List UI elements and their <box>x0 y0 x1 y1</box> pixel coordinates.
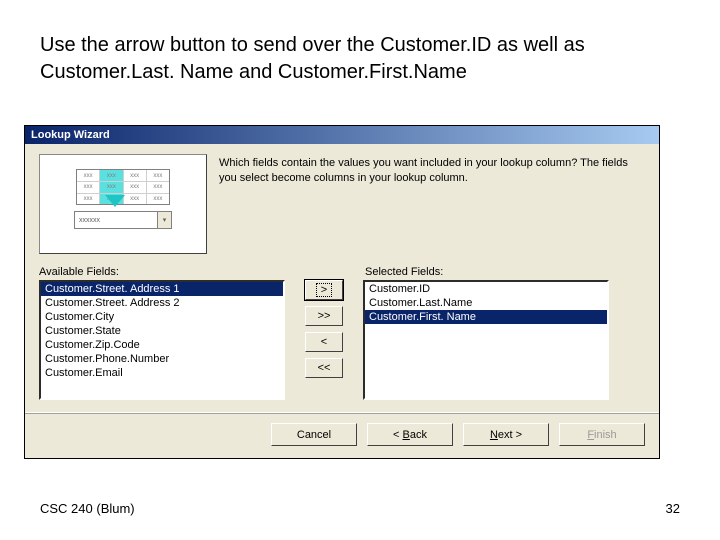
remove-all-fields-button[interactable]: << <box>305 358 343 378</box>
down-arrow-icon <box>105 195 125 207</box>
available-fields-listbox[interactable]: Customer.Street. Address 1Customer.Stree… <box>39 280 285 400</box>
preview-cell: xxx <box>77 170 100 181</box>
list-item[interactable]: Customer.Last.Name <box>365 296 607 310</box>
add-all-fields-button[interactable]: >> <box>305 306 343 326</box>
preview-cell: xxx <box>100 170 123 181</box>
remove-field-button[interactable]: < <box>305 332 343 352</box>
list-item[interactable]: Customer.Street. Address 1 <box>41 282 283 296</box>
preview-cell: xxx <box>77 193 100 204</box>
preview-cell: xxx <box>147 181 169 192</box>
selected-fields-listbox[interactable]: Customer.IDCustomer.Last.NameCustomer.Fi… <box>363 280 609 400</box>
preview-cell: xxx <box>77 181 100 192</box>
add-field-button[interactable]: > <box>305 280 343 300</box>
preview-cell: xxx <box>100 181 123 192</box>
list-item[interactable]: Customer.First. Name <box>365 310 607 324</box>
back-button[interactable]: < Back <box>367 423 453 446</box>
list-item[interactable]: Customer.Street. Address 2 <box>41 296 283 310</box>
preview-combo-text: xxxxxx <box>79 217 100 224</box>
preview-cell: xxx <box>124 170 147 181</box>
list-item[interactable]: Customer.ID <box>365 282 607 296</box>
available-fields-label: Available Fields: <box>39 266 313 278</box>
list-item[interactable]: Customer.Zip.Code <box>41 338 283 352</box>
lookup-wizard-dialog: Lookup Wizard xxx xxx xxx xxx xxx xxx xx… <box>24 125 660 459</box>
finish-button[interactable]: Finish <box>559 423 645 446</box>
preview-combobox: xxxxxx ▾ <box>74 211 172 229</box>
list-item[interactable]: Customer.Phone.Number <box>41 352 283 366</box>
preview-cell: xxx <box>147 170 169 181</box>
footer-page-number: 32 <box>666 501 680 516</box>
list-item[interactable]: Customer.State <box>41 324 283 338</box>
preview-cell: xxx <box>124 193 147 204</box>
footer-course: CSC 240 (Blum) <box>40 501 135 516</box>
preview-cell: xxx <box>124 181 147 192</box>
next-button[interactable]: Next > <box>463 423 549 446</box>
chevron-down-icon: ▾ <box>157 212 171 228</box>
preview-cell: xxx <box>147 193 169 204</box>
list-item[interactable]: Customer.Email <box>41 366 283 380</box>
wizard-prompt: Which fields contain the values you want… <box>219 154 645 186</box>
dialog-title: Lookup Wizard <box>25 126 659 144</box>
selected-fields-label: Selected Fields: <box>365 266 443 278</box>
cancel-button[interactable]: Cancel <box>271 423 357 446</box>
slide-instruction: Use the arrow button to send over the Cu… <box>40 32 680 86</box>
list-item[interactable]: Customer.City <box>41 310 283 324</box>
preview-pane: xxx xxx xxx xxx xxx xxx xxx xxx xxx xxx … <box>39 154 207 254</box>
